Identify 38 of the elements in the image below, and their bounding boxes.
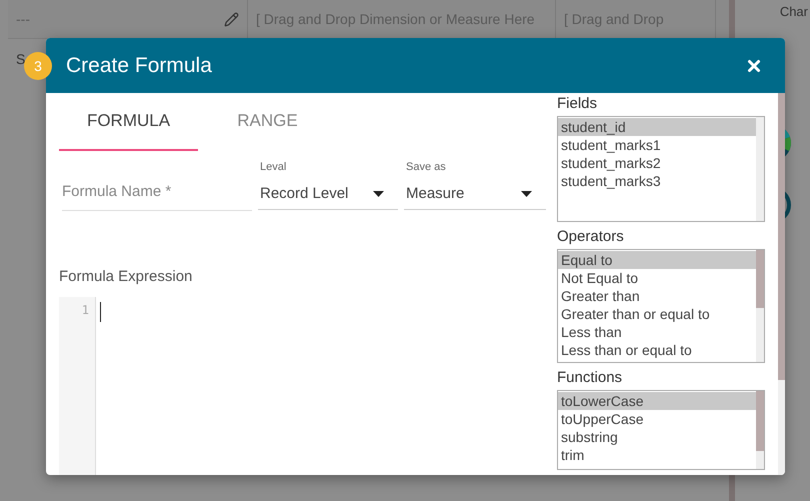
list-item[interactable]: Equal to: [558, 251, 756, 269]
caret-icon: [373, 190, 384, 196]
scrollbar-thumb[interactable]: [778, 93, 785, 380]
pencil-icon[interactable]: [224, 12, 239, 26]
list-item[interactable]: Less than or equal to: [558, 341, 756, 359]
text-cursor: [100, 302, 101, 322]
select-label: Leval: [260, 161, 286, 173]
list-item[interactable]: student_marks2: [558, 154, 756, 172]
select-label: Save as: [406, 161, 446, 173]
caret-icon: [521, 190, 532, 196]
dialog-scrollbar[interactable]: [778, 93, 785, 475]
side-label: S: [16, 51, 26, 67]
step-badge: 3: [24, 52, 52, 80]
list-item[interactable]: Not Equal to: [558, 269, 756, 287]
list-item[interactable]: toUpperCase: [558, 410, 756, 428]
list-item[interactable]: Less than: [558, 323, 756, 341]
list-scrollbar[interactable]: [756, 117, 764, 221]
panel-title: Char: [780, 4, 808, 19]
expression-label: Formula Expression: [59, 268, 192, 285]
tab[interactable]: FORMULA: [59, 93, 198, 151]
list-item[interactable]: student_marks1: [558, 136, 756, 154]
tab[interactable]: RANGE: [198, 93, 337, 151]
select-field[interactable]: Record Level: [258, 185, 398, 210]
line-number: 1: [82, 303, 89, 317]
list-item[interactable]: trim: [558, 446, 756, 464]
list-title: Fields: [557, 95, 598, 112]
list-item[interactable]: toLowerCase: [558, 392, 756, 410]
list-item[interactable]: Greater than or equal to: [558, 305, 756, 323]
list-item[interactable]: substring: [558, 428, 756, 446]
select-field[interactable]: Measure: [404, 185, 546, 210]
list-item[interactable]: Greater than: [558, 287, 756, 305]
list-scrollbar[interactable]: [756, 391, 764, 469]
list-title: Functions: [557, 369, 622, 386]
list-item[interactable]: student_id: [558, 118, 756, 136]
list-scrollbar[interactable]: [756, 250, 764, 362]
list-item[interactable]: student_marks3: [558, 172, 756, 190]
list-title: Operators: [557, 228, 624, 245]
dialog-title: Create Formula: [66, 54, 212, 78]
